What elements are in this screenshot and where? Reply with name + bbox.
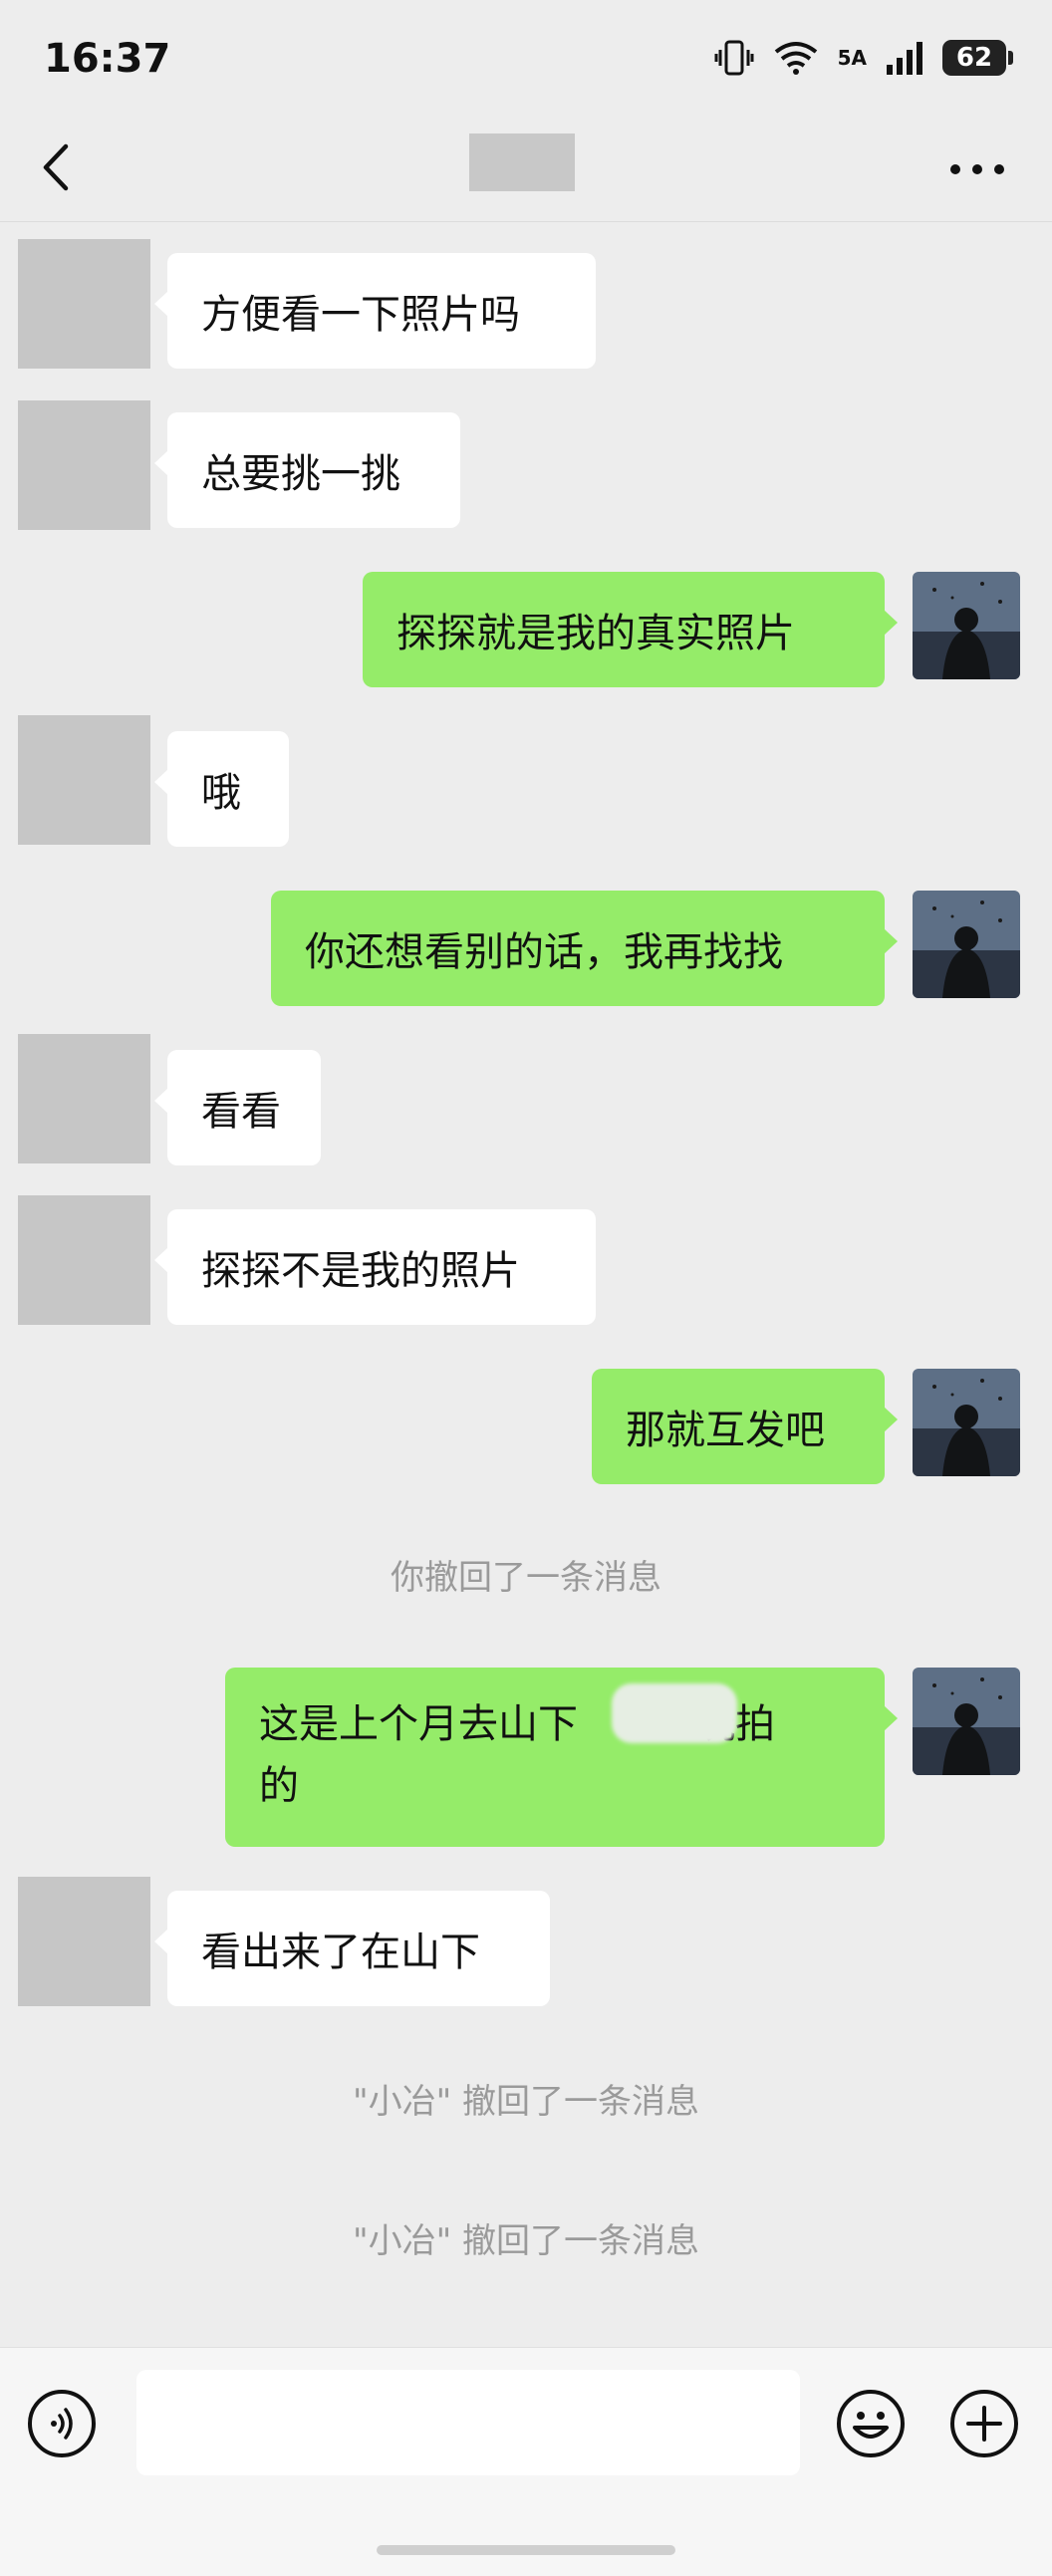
message-text: 探探就是我的真实照片 <box>396 611 795 656</box>
signal-icon <box>887 42 922 75</box>
outgoing-message[interactable]: 这是上个月去山下玩拍 的 <box>225 1668 898 1847</box>
contact-avatar[interactable] <box>18 239 150 369</box>
outgoing-message[interactable]: 那就互发吧 <box>592 1369 898 1484</box>
incoming-message[interactable]: 看出来了在山下 <box>154 1891 550 2006</box>
avatar-photo <box>913 572 1020 679</box>
plus-icon <box>950 2390 1018 2457</box>
my-avatar[interactable] <box>913 891 1020 998</box>
network-type: 5A <box>837 46 867 70</box>
contact-avatar[interactable] <box>18 1034 150 1163</box>
contact-name <box>469 133 575 191</box>
my-avatar[interactable] <box>913 1668 1020 1775</box>
emoji-button[interactable] <box>835 2388 907 2459</box>
message-input[interactable] <box>136 2370 800 2475</box>
chevron-left-icon <box>43 143 69 191</box>
voice-icon <box>51 2408 73 2440</box>
avatar-photo <box>913 891 1020 998</box>
chat-header <box>0 120 1052 222</box>
message-line: 的 <box>259 1763 299 1809</box>
wifi-icon <box>774 42 817 75</box>
status-bar: 16:37 5A 62 <box>0 0 1052 120</box>
recall-notice: 你撤回了一条消息 <box>391 1558 661 1598</box>
incoming-message[interactable]: 看看 <box>154 1050 321 1165</box>
incoming-message[interactable]: 总要挑一挑 <box>154 412 460 528</box>
incoming-message[interactable]: 探探不是我的照片 <box>154 1209 596 1325</box>
outgoing-message[interactable]: 探探就是我的真实照片 <box>363 572 898 687</box>
incoming-message[interactable]: 哦 <box>154 731 289 847</box>
message-text: 那就互发吧 <box>626 1408 825 1453</box>
more-icon <box>950 164 1004 174</box>
message-text: 方便看一下照片吗 <box>201 292 520 338</box>
vibrate-icon <box>714 40 754 76</box>
message-text: 哦 <box>201 770 241 816</box>
contact-avatar[interactable] <box>18 1877 150 2006</box>
recall-notice: "小冶" 撤回了一条消息 <box>352 2221 700 2261</box>
avatar-photo <box>913 1369 1020 1476</box>
battery-indicator: 62 <box>942 40 1013 76</box>
redaction-blur <box>612 1683 737 1743</box>
more-functions-button[interactable] <box>948 2388 1020 2459</box>
message-line: 这是上个月去山下玩拍 <box>259 1693 851 1755</box>
message-text: 这是上个月去山下 <box>259 1701 578 1747</box>
message-text: 看出来了在山下 <box>201 1930 480 1975</box>
message-text: 看看 <box>201 1089 281 1135</box>
voice-button[interactable] <box>28 2390 96 2457</box>
back-button[interactable] <box>38 137 98 197</box>
avatar-photo <box>913 1668 1020 1775</box>
my-avatar[interactable] <box>913 572 1020 679</box>
my-avatar[interactable] <box>913 1369 1020 1476</box>
incoming-message[interactable]: 方便看一下照片吗 <box>154 253 596 369</box>
message-text: 探探不是我的照片 <box>201 1248 520 1294</box>
outgoing-message[interactable]: 你还想看别的话，我再找找 <box>271 891 898 1006</box>
more-button[interactable] <box>942 139 1012 199</box>
status-icons: 5A 62 <box>714 40 1013 76</box>
contact-avatar[interactable] <box>18 400 150 530</box>
recall-notice: "小冶" 撤回了一条消息 <box>352 2082 700 2122</box>
battery-level: 62 <box>955 43 993 73</box>
home-indicator[interactable] <box>377 2545 675 2555</box>
status-time: 16:37 <box>44 36 171 82</box>
input-bar <box>0 2347 1052 2576</box>
emoji-icon <box>837 2390 905 2457</box>
message-text: 总要挑一挑 <box>201 451 400 497</box>
message-text: 你还想看别的话，我再找找 <box>305 929 783 975</box>
contact-avatar[interactable] <box>18 715 150 845</box>
contact-avatar[interactable] <box>18 1195 150 1325</box>
